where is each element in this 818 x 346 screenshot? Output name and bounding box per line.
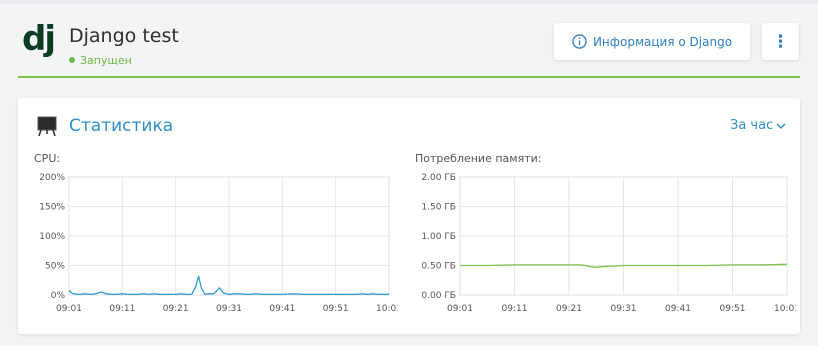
statistics-card: Статистика За час CPU: Потребление памят…: [18, 98, 800, 334]
cpu-y-tick-label: 200%: [39, 173, 65, 183]
cpu-y-tick-label: 0%: [51, 291, 66, 301]
period-value: За час: [730, 118, 774, 133]
memory-chart-label: Потребление памяти:: [415, 152, 542, 165]
memory-x-tick-label: 10:01: [774, 304, 796, 314]
memory-y-tick-label: 1.50 ГБ: [421, 203, 456, 213]
cpu-x-tick-label: 09:51: [323, 304, 349, 314]
app-title: Django test: [69, 25, 179, 47]
django-info-label: Информация о Django: [592, 34, 733, 49]
top-strip: [0, 0, 818, 4]
memory-x-tick-label: 09:31: [611, 304, 637, 314]
memory-chart: 0.00 ГБ 0.50 ГБ 1.00 ГБ 1.50 ГБ 2.00 ГБ 09:01…: [421, 173, 796, 314]
cpu-x-tick-label: 09:21: [163, 304, 189, 314]
info-icon: [572, 34, 587, 49]
memory-y-tick-label: 1.00 ГБ: [421, 232, 456, 242]
cpu-chart-label: CPU:: [34, 152, 61, 165]
statistics-title: Статистика: [69, 116, 174, 136]
cpu-x-tick-label: 09:31: [216, 304, 242, 314]
status-dot-icon: [69, 57, 75, 63]
memory-y-tick-label: 0.00 ГБ: [421, 291, 456, 301]
memory-x-tick-label: 09:51: [720, 304, 746, 314]
period-dropdown[interactable]: За час: [730, 118, 786, 133]
django-info-button[interactable]: Информация о Django: [554, 23, 750, 60]
cpu-x-tick-label: 10:01: [376, 304, 398, 314]
cpu-y-tick-label: 150%: [39, 203, 65, 213]
app-header: dj Django test Запущен Информация о Djan…: [18, 18, 800, 80]
memory-x-tick-label: 09:01: [447, 304, 473, 314]
memory-y-tick-label: 2.00 ГБ: [421, 173, 456, 183]
header-divider: [18, 76, 800, 78]
chalkboard-icon: [37, 116, 57, 137]
cpu-x-tick-label: 09:11: [109, 304, 135, 314]
cpu-y-tick-label: 100%: [39, 232, 65, 242]
memory-y-tick-label: 0.50 ГБ: [421, 262, 456, 272]
more-menu-button[interactable]: ⋮: [762, 23, 799, 60]
memory-x-tick-label: 09:21: [556, 304, 582, 314]
memory-grid: [459, 176, 788, 296]
status-text: Запущен: [80, 54, 132, 67]
django-logo: dj: [22, 19, 56, 59]
memory-x-tick-label: 09:41: [665, 304, 691, 314]
status-indicator: Запущен: [69, 54, 132, 67]
cpu-y-tick-label: 50%: [45, 262, 65, 272]
memory-x-tick-label: 09:11: [502, 304, 528, 314]
cpu-x-tick-label: 09:01: [56, 304, 82, 314]
cpu-x-tick-label: 09:41: [269, 304, 295, 314]
cpu-chart: 0% 50% 100% 150% 200% 09:01 09:11 09:21 09:31 09:…: [39, 173, 398, 314]
kebab-menu-icon: ⋮: [772, 31, 789, 52]
chevron-down-icon: [776, 123, 786, 129]
cpu-grid: [68, 176, 390, 296]
